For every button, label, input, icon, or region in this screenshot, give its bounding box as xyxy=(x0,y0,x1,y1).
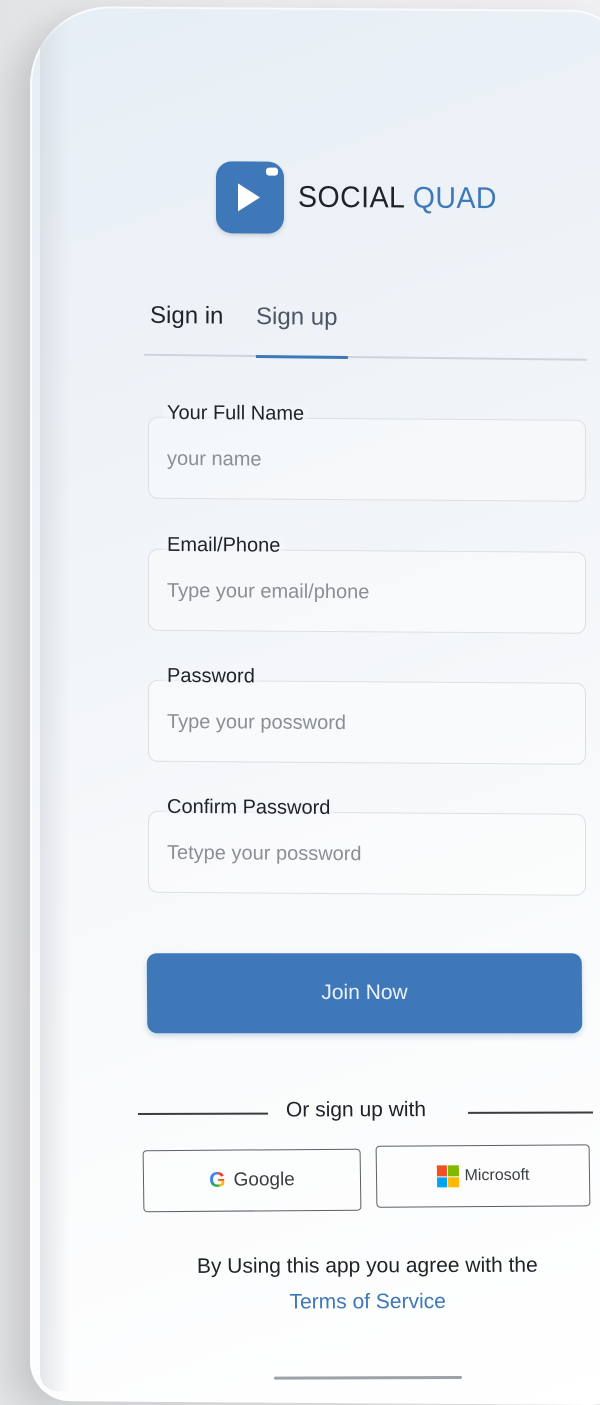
microsoft-signup-button[interactable]: Microsoft xyxy=(375,1144,591,1208)
email-phone-field: Email/Phone xyxy=(148,533,586,634)
play-icon xyxy=(216,161,284,234)
social-divider: Or sign up with xyxy=(138,1095,594,1127)
password-input[interactable] xyxy=(165,704,569,742)
password-label: Password xyxy=(163,664,259,689)
brand-name-part1: SOCIAL xyxy=(298,180,405,215)
email-phone-label: Email/Phone xyxy=(163,533,285,558)
active-tab-indicator xyxy=(255,355,348,360)
microsoft-label: Microsoft xyxy=(464,1166,530,1185)
terms-of-service-link[interactable]: Terms of Service xyxy=(289,1290,446,1315)
google-icon: G xyxy=(209,1168,226,1192)
google-label: Google xyxy=(233,1169,295,1191)
tab-sign-in[interactable]: Sign in xyxy=(150,302,224,331)
microsoft-icon xyxy=(436,1165,459,1188)
auth-tabs: Sign in Sign up xyxy=(143,297,588,361)
tab-sign-up[interactable]: Sign up xyxy=(256,303,338,332)
agreement: By Using this app you agree with the Ter… xyxy=(140,1253,596,1315)
home-indicator[interactable] xyxy=(273,1375,463,1380)
brand-name: SOCIAL QUAD xyxy=(298,181,497,216)
join-now-button[interactable]: Join Now xyxy=(146,953,583,1034)
email-phone-input[interactable] xyxy=(165,573,569,611)
phone-frame: SOCIAL QUAD Sign in Sign up Your Full Na… xyxy=(30,5,600,1405)
app-logo: SOCIAL QUAD xyxy=(216,161,507,235)
full-name-field: Your Full Name xyxy=(148,401,586,502)
confirm-password-field: Confirm Password xyxy=(148,795,586,896)
divider-text: Or sign up with xyxy=(285,1098,427,1122)
password-field: Password xyxy=(148,664,586,765)
google-signup-button[interactable]: G Google xyxy=(142,1148,362,1213)
divider-line-left xyxy=(138,1112,269,1116)
confirm-password-input[interactable] xyxy=(165,835,569,873)
agreement-text: By Using this app you agree with the xyxy=(196,1253,538,1278)
confirm-password-label: Confirm Password xyxy=(163,795,335,821)
brand-name-part2: QUAD xyxy=(412,181,497,216)
divider-line-right xyxy=(468,1111,594,1114)
full-name-input[interactable] xyxy=(165,441,569,479)
full-name-label: Your Full Name xyxy=(163,401,309,426)
